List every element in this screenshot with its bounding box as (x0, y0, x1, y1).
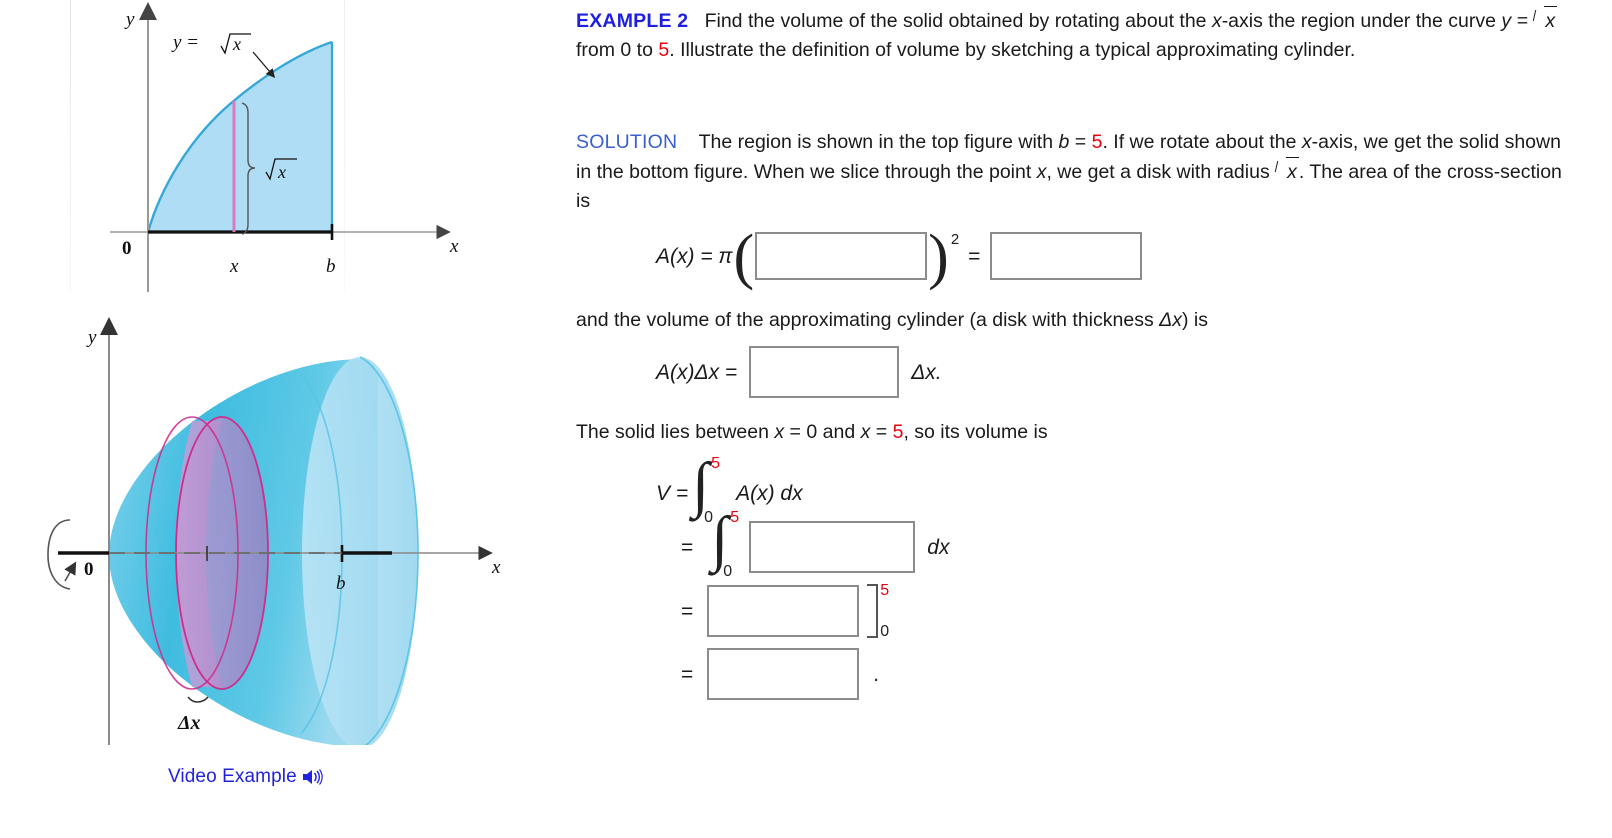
video-example-label: Video Example (168, 766, 297, 787)
example-text-4: . Illustrate the definition of volume by… (669, 39, 1356, 61)
evaluation-bracket: 5 0 (865, 580, 895, 642)
solution-paragraph: SOLUTION The region is shown in the top … (576, 128, 1576, 216)
lies-text-1: The solid lies between (576, 421, 775, 443)
example-text-2: -axis the region under the curve (1221, 10, 1502, 32)
example-text-1: Find the volume of the solid obtained by… (704, 10, 1212, 32)
lies-between-paragraph: The solid lies between x = 0 and x = 5, … (576, 418, 1576, 447)
volume4-trailing: . (873, 662, 880, 686)
cylinder-input-box[interactable] (749, 346, 900, 398)
curve-label-lhs: y = (171, 32, 199, 53)
area-input-box-2[interactable] (990, 232, 1143, 280)
problem-content: EXAMPLE 2 Find the volume of the solid o… (576, 0, 1596, 838)
example-x-axis-var: x (1211, 10, 1222, 32)
figure-solid-of-revolution: y x 0 b Δx (47, 317, 501, 745)
equation-cylinder-volume: A(x)Δx = Δx. (656, 346, 942, 398)
cylinder-trailing: Δx. (911, 360, 942, 384)
integral-glyph-1: ∫ (692, 451, 710, 519)
solution-sqrt: x (1275, 157, 1299, 187)
solution-heading: SOLUTION (576, 131, 678, 153)
solution-equals: = (1069, 131, 1092, 153)
volume2-equals: = (681, 535, 694, 559)
area-exponent: 2 (950, 230, 960, 248)
lies-x2: x (860, 421, 871, 443)
fig-bottom-x-label: x (491, 557, 501, 578)
example-heading: EXAMPLE 2 (576, 10, 689, 32)
page-root: y x 0 x b y = x x y x 0 b Δx Video Examp… (0, 0, 1612, 838)
height-label-radicand: x (277, 162, 286, 182)
lies-v1: 0 (806, 421, 818, 443)
volume-integrand: A(x) dx (736, 481, 803, 505)
solution-radicand: x (1286, 157, 1299, 187)
evaluation-upper-limit: 5 (880, 582, 890, 599)
solution-x-var: x (1036, 161, 1047, 183)
cylinder-delta-x: Δx (1159, 309, 1182, 331)
integral-lower-2: 0 (723, 563, 733, 580)
lies-v2: 5 (892, 421, 904, 443)
video-example-link[interactable]: Video Example (168, 766, 323, 788)
fig-bottom-y-label: y (86, 327, 97, 348)
evaluation-lower-limit: 0 (880, 623, 890, 640)
lies-eq2: = (870, 421, 893, 443)
cylinder-volume-paragraph: and the volume of the approximating cyli… (576, 306, 1576, 335)
integral-upper-2: 5 (730, 509, 740, 526)
fig-top-origin-label: 0 (122, 238, 132, 259)
solution-x-axis-var: x (1301, 131, 1312, 153)
solution-text-2: . If we rotate about the (1102, 131, 1302, 153)
curve-label-arrow (252, 51, 276, 78)
volume3-equals: = (681, 599, 694, 623)
equation-area-cross-section: A(x) = π ( ) 2 = (656, 226, 1143, 288)
area-lhs: A(x) = π (656, 244, 733, 268)
volume-lhs: V = (656, 481, 689, 505)
region-fill (148, 42, 332, 232)
solution-text-1: The region is shown in the top figure wi… (698, 131, 1059, 153)
integral-upper-1: 5 (711, 455, 721, 472)
example-upper-limit: 5 (658, 39, 670, 61)
cylinder-lhs: A(x)Δx = (656, 360, 738, 384)
equation-volume-line-4: = . (681, 648, 879, 700)
thickness-brace (187, 696, 209, 703)
integral-sign-2: ∫ 5 0 (709, 508, 745, 580)
equation-volume-line-2: = ∫ 5 0 dx (681, 508, 950, 580)
fig-bottom-tick-b-label: b (336, 573, 346, 594)
volume4-input-box[interactable] (707, 648, 860, 700)
volume2-input-box[interactable] (749, 521, 916, 573)
solution-b-value: 5 (1091, 131, 1103, 153)
volume3-input-box[interactable] (707, 585, 860, 637)
example-radicand: x (1544, 6, 1558, 36)
fig-bottom-origin-label: 0 (84, 559, 94, 580)
fig-top-tick-x-label: x (229, 256, 239, 277)
lies-x1: x (774, 421, 785, 443)
solution-text-4: , we get a disk with radius (1046, 161, 1276, 183)
thickness-label: Δx (177, 712, 201, 734)
equation-volume-line-3: = 5 0 (681, 580, 895, 642)
evaluation-bracket-bar (867, 584, 879, 638)
figure-region-under-curve: y x 0 x b y = x x (110, 2, 459, 292)
figure-column: y x 0 x b y = x x y x 0 b Δx Video Examp… (0, 0, 560, 838)
integral-glyph-2: ∫ (711, 505, 729, 573)
volume4-equals: = (681, 662, 694, 686)
solid-far-cap (302, 357, 418, 745)
example-y-eq: y = (1501, 10, 1528, 32)
lies-text-2: and (817, 421, 861, 443)
example-sqrt: x (1533, 6, 1558, 36)
curve-label-radicand: x (232, 34, 241, 54)
fig-top-tick-b-label: b (326, 256, 336, 277)
area-input-box-1[interactable] (755, 232, 928, 280)
lies-text-3: , so its volume is (903, 421, 1048, 443)
area-equals: = (968, 244, 981, 268)
volume2-trailing: dx (927, 535, 950, 559)
solution-b-var: b (1058, 131, 1070, 153)
example-paragraph: EXAMPLE 2 Find the volume of the solid o… (576, 6, 1576, 65)
cylinder-text-2: ) is (1181, 309, 1208, 331)
speaker-icon (301, 767, 323, 787)
fig-top-y-label: y (124, 9, 135, 30)
fig-top-x-label: x (449, 236, 459, 257)
curve-label: y = x (171, 32, 251, 55)
lies-eq1: = (784, 421, 807, 443)
example-text-3: from 0 to (576, 39, 659, 61)
cylinder-text-1: and the volume of the approximating cyli… (576, 309, 1160, 331)
